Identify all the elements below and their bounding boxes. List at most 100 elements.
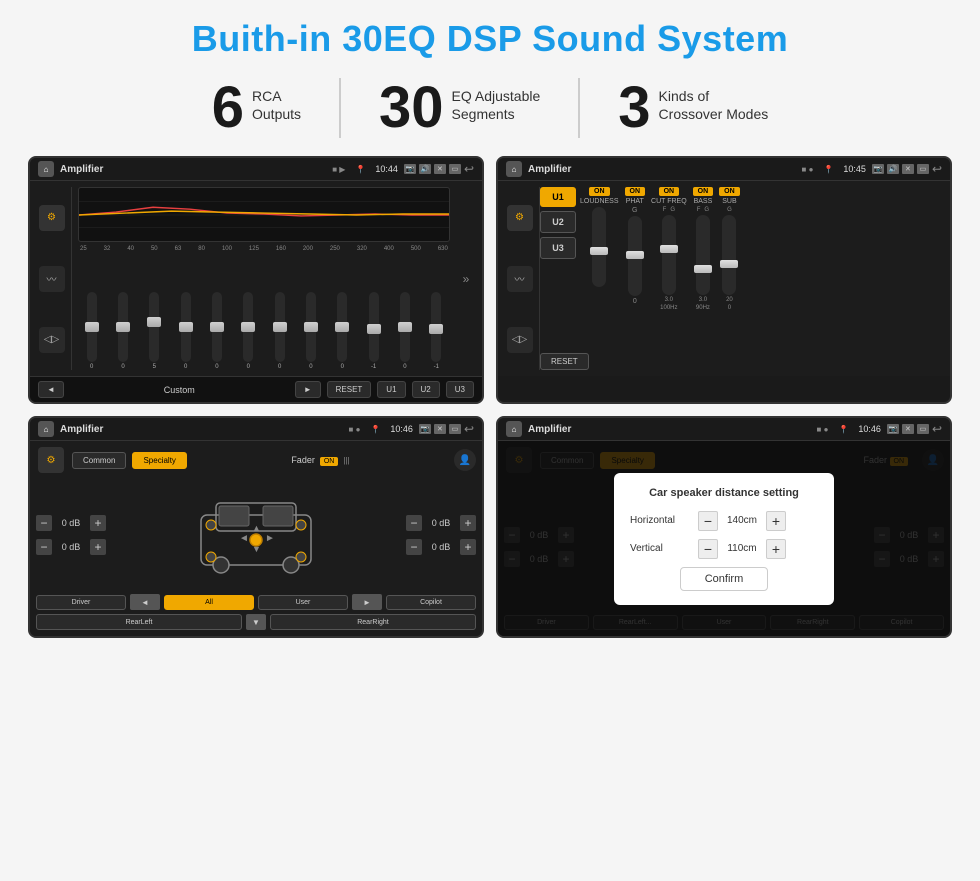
sub-on[interactable]: ON <box>719 187 740 196</box>
crossover-window-icon: ▭ <box>917 164 929 174</box>
fader-home-icon[interactable]: ⌂ <box>38 421 54 437</box>
crossover-back-icon[interactable]: ↩ <box>932 162 942 176</box>
loudness-thumb[interactable] <box>590 247 608 255</box>
db-minus-3[interactable]: − <box>406 515 422 531</box>
fader-on-badge[interactable]: ON <box>320 457 339 466</box>
sub-thumb[interactable] <box>720 260 738 268</box>
eq-main-area: 2532405063 80100125160200 25032040050063… <box>72 187 456 370</box>
eq-speaker-icon[interactable]: ◁▷ <box>39 327 65 353</box>
db-plus-1[interactable]: + <box>90 515 106 531</box>
eq-thumb-8[interactable] <box>304 322 318 332</box>
fader-status-icons: 📷 ✕ ▭ ↩ <box>419 422 474 436</box>
tab-specialty[interactable]: Specialty <box>132 452 186 469</box>
eq-thumb-10[interactable] <box>367 324 381 334</box>
distance-back-icon[interactable]: ↩ <box>932 422 942 436</box>
ctrl-bass: ON BASS FG 3.0 90Hz <box>693 187 714 370</box>
crossover-home-icon[interactable]: ⌂ <box>506 161 522 177</box>
eq-filter-icon[interactable]: ⚙ <box>39 205 65 231</box>
db-minus-4[interactable]: − <box>406 539 422 555</box>
vertical-minus-btn[interactable]: − <box>698 539 718 559</box>
loudness-on[interactable]: ON <box>589 187 610 196</box>
distance-location-icon: 📍 <box>838 425 848 434</box>
fader-settings-icon[interactable]: 👤 <box>454 449 476 471</box>
db-plus-3[interactable]: + <box>460 515 476 531</box>
fader-filter-icon[interactable]: ⚙ <box>38 447 64 473</box>
fader-arrow-left[interactable]: ◄ <box>130 594 160 610</box>
bass-thumb[interactable] <box>694 265 712 273</box>
eq-thumb-1[interactable] <box>85 322 99 332</box>
reset-btn[interactable]: RESET <box>327 381 372 398</box>
crossover-media-icons: ■ ● <box>802 165 814 174</box>
cutfreq-on[interactable]: ON <box>659 187 680 196</box>
cutfreq-thumb[interactable] <box>660 245 678 253</box>
preset-u3[interactable]: U3 <box>540 237 576 259</box>
crossover-wave-icon[interactable]: 〰 <box>507 266 533 292</box>
stat-line2-crossover: Crossover Modes <box>659 105 769 123</box>
eq-thumb-3[interactable] <box>147 317 161 327</box>
eq-slider-4: 0 <box>172 292 199 370</box>
eq-slider-12: -1 <box>423 292 450 370</box>
btn-driver[interactable]: Driver <box>36 595 126 610</box>
distance-home-icon[interactable]: ⌂ <box>506 421 522 437</box>
tab-common[interactable]: Common <box>72 452 126 469</box>
eq-screen: ⌂ Amplifier ■ ▶ 📍 10:44 📷 🔊 ✕ ▭ ↩ ⚙ 〰 <box>28 156 484 404</box>
eq-thumb-11[interactable] <box>398 322 412 332</box>
crossover-app-title: Amplifier <box>528 164 796 175</box>
eq-wave-icon[interactable]: 〰 <box>39 266 65 292</box>
eq-thumb-12[interactable] <box>429 324 443 334</box>
u2-btn[interactable]: U2 <box>412 381 440 398</box>
horizontal-plus-btn[interactable]: + <box>766 511 786 531</box>
vertical-stepper[interactable]: − 110cm + <box>698 539 786 559</box>
home-icon[interactable]: ⌂ <box>38 161 54 177</box>
db-minus-2[interactable]: − <box>36 539 52 555</box>
sub-slider <box>722 215 736 295</box>
u1-btn[interactable]: U1 <box>377 381 405 398</box>
db-plus-2[interactable]: + <box>90 539 106 555</box>
eq-thumb-9[interactable] <box>335 322 349 332</box>
confirm-button[interactable]: Confirm <box>680 567 769 591</box>
crossover-time: 10:45 <box>843 164 866 174</box>
btn-all[interactable]: All <box>164 595 254 610</box>
fader-time: 10:46 <box>390 424 413 434</box>
stat-line1-rca: RCA <box>252 87 301 105</box>
eq-slider-2: 0 <box>109 292 136 370</box>
db-plus-4[interactable]: + <box>460 539 476 555</box>
sub-label: SUB <box>722 198 736 205</box>
u3-btn[interactable]: U3 <box>446 381 474 398</box>
eq-thumb-2[interactable] <box>116 322 130 332</box>
eq-thumb-5[interactable] <box>210 322 224 332</box>
stat-line1-eq: EQ Adjustable <box>452 87 541 105</box>
eq-thumb-7[interactable] <box>273 322 287 332</box>
eq-expand-btn[interactable]: » <box>456 187 476 370</box>
crossover-volume-icon: 🔊 <box>887 164 899 174</box>
play-btn[interactable]: ► <box>295 381 321 398</box>
btn-copilot[interactable]: Copilot <box>386 595 476 610</box>
fader-arrow-right[interactable]: ► <box>352 594 382 610</box>
db-minus-1[interactable]: − <box>36 515 52 531</box>
eq-thumb-4[interactable] <box>179 322 193 332</box>
prev-preset-btn[interactable]: ◄ <box>38 381 64 398</box>
preset-u1[interactable]: U1 <box>540 187 576 207</box>
fader-back-icon[interactable]: ↩ <box>464 422 474 436</box>
vertical-plus-btn[interactable]: + <box>766 539 786 559</box>
back-icon[interactable]: ↩ <box>464 162 474 176</box>
preset-u2[interactable]: U2 <box>540 211 576 233</box>
horizontal-stepper[interactable]: − 140cm + <box>698 511 786 531</box>
bass-on[interactable]: ON <box>693 187 714 196</box>
fader-location-icon: 📍 <box>370 425 380 434</box>
btn-user[interactable]: User <box>258 595 348 610</box>
phat-on[interactable]: ON <box>625 187 646 196</box>
crossover-speaker-icon[interactable]: ◁▷ <box>507 327 533 353</box>
fader-down-arrow[interactable]: ▼ <box>246 614 266 630</box>
fader-label: Fader ON ||| <box>291 455 349 465</box>
fader-camera-icon: 📷 <box>419 424 431 434</box>
db-control-2: − 0 dB + <box>36 539 106 555</box>
phat-thumb[interactable] <box>626 251 644 259</box>
btn-rearleft[interactable]: RearLeft <box>36 614 242 630</box>
eq-slider-10: -1 <box>360 292 387 370</box>
btn-rearright[interactable]: RearRight <box>270 614 476 630</box>
crossover-filter-icon[interactable]: ⚙ <box>507 205 533 231</box>
horizontal-minus-btn[interactable]: − <box>698 511 718 531</box>
crossover-close-icon: ✕ <box>902 164 914 174</box>
eq-thumb-6[interactable] <box>241 322 255 332</box>
